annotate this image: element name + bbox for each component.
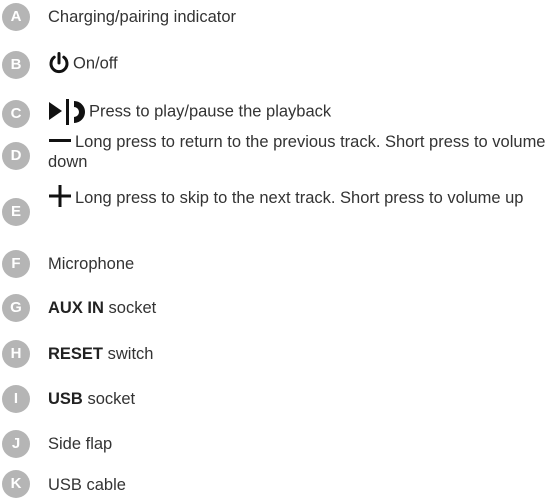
badge-e: E [2,198,30,226]
plus-icon [49,184,71,207]
legend-item-c: C Press to play/pause the playback [0,99,555,129]
legend-text-h-row: RESET switch [48,344,153,364]
legend-text-i-row: USB socket [48,389,135,409]
legend-text-d: Long press to return to the previous tra… [48,133,546,171]
minus-icon [49,138,71,142]
legend-text-c-row: Press to play/pause the playback [48,98,331,126]
legend-item-e: E Long press to skip to the next track. … [0,184,555,238]
legend-item-a: A Charging/pairing indicator [0,3,555,33]
legend-text-d-row: Long press to return to the previous tra… [48,132,553,172]
badge-b: B [2,51,30,79]
badge-j: J [2,430,30,458]
legend-item-g: G AUX IN socket [0,294,555,324]
play-pause-icon [49,99,85,125]
badge-h: H [2,340,30,368]
legend-text-h: switch [107,345,154,363]
legend-text-b: On/off [73,54,118,73]
legend-text-g: socket [108,299,157,317]
legend-text-k: USB cable [48,476,126,494]
badge-g: G [2,294,30,322]
legend-item-h: H RESET switch [0,340,555,370]
legend-item-b: B On/off [0,51,555,81]
legend-text-g-row: AUX IN socket [48,298,156,318]
legend-item-f: F Microphone [0,250,555,280]
legend-text-b-row: On/off [48,52,118,76]
legend-text-f: Microphone [48,255,135,273]
parts-legend: A Charging/pairing indicator B On/off C … [0,0,555,499]
legend-text-a: Charging/pairing indicator [48,8,237,26]
legend-text-e: Long press to skip to the next track. Sh… [75,189,524,207]
power-icon [49,52,69,74]
legend-item-k: K USB cable [0,470,555,499]
badge-k: K [2,470,30,498]
badge-i: I [2,385,30,413]
badge-a: A [2,3,30,31]
badge-f: F [2,250,30,278]
legend-item-d: D Long press to return to the previous t… [0,132,555,182]
legend-text-c: Press to play/pause the playback [89,102,332,121]
legend-bold-i: USB [48,390,83,408]
badge-d: D [2,142,30,170]
legend-text-e-row: Long press to skip to the next track. Sh… [48,184,553,208]
legend-item-j: J Side flap [0,430,555,460]
legend-text-j: Side flap [48,435,113,453]
legend-bold-h: RESET [48,345,104,363]
badge-c: C [2,100,30,128]
legend-text-i: socket [87,390,136,408]
legend-item-i: I USB socket [0,385,555,415]
legend-bold-g: AUX IN [48,299,104,317]
